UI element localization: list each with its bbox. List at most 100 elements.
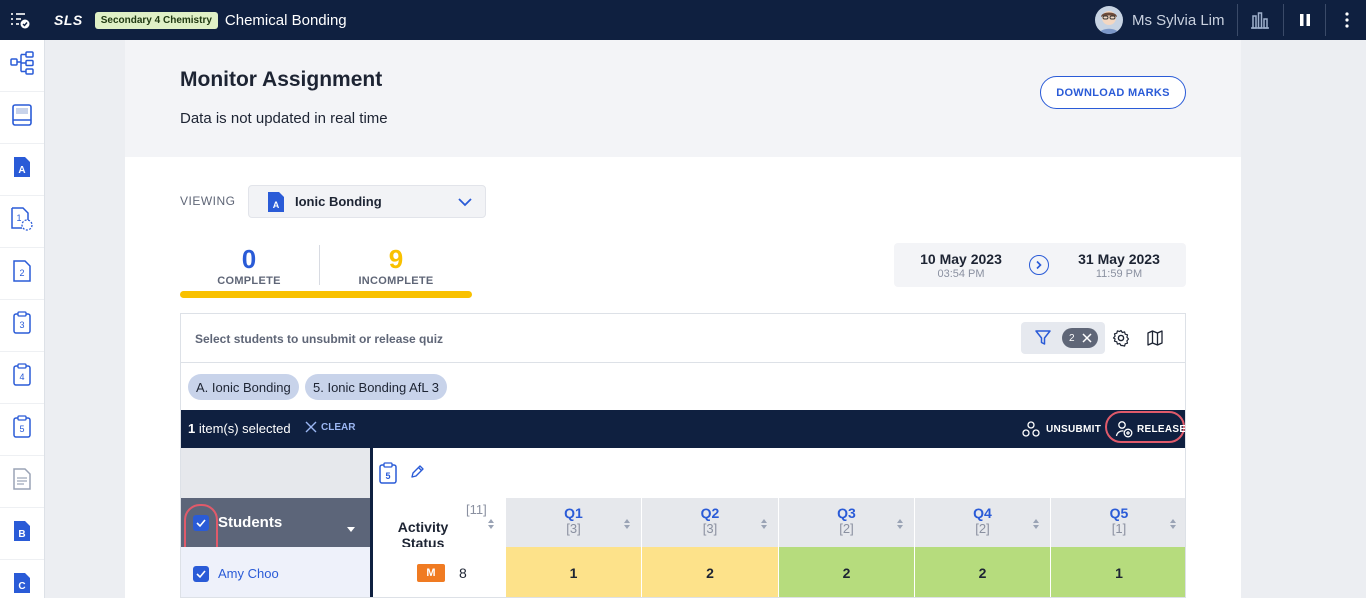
question-header-q4[interactable]: Q4 [2] bbox=[915, 498, 1051, 547]
top-bar: SLS Secondary 4 Chemistry Chemical Bondi… bbox=[0, 0, 1366, 40]
start-date: 10 May 2023 03:54 PM bbox=[906, 251, 1016, 280]
sidebar-item-activity-3[interactable]: 3 bbox=[0, 300, 44, 352]
active-filters-row: A. Ionic Bonding 5. Ionic Bonding AfL 3 bbox=[181, 362, 1185, 411]
pen-icon[interactable] bbox=[409, 464, 425, 485]
date-range: 10 May 2023 03:54 PM 31 May 2023 11:59 P… bbox=[894, 243, 1186, 287]
divider bbox=[319, 245, 320, 285]
filter-tag[interactable]: 5. Ionic Bonding AfL 3 bbox=[305, 374, 448, 400]
question-marks: [2] bbox=[839, 521, 854, 536]
divider bbox=[1237, 4, 1238, 36]
activity-2-icon: 2 bbox=[12, 259, 32, 288]
svg-text:A: A bbox=[18, 165, 25, 176]
section-a-icon: A bbox=[12, 155, 32, 184]
pause-icon[interactable] bbox=[1293, 8, 1317, 32]
viewing-selected-value: Ionic Bonding bbox=[295, 194, 382, 209]
page-subtitle: Data is not updated in real time bbox=[180, 110, 388, 127]
svg-text:1: 1 bbox=[16, 213, 21, 223]
release-button[interactable]: RELEASE bbox=[1115, 410, 1186, 448]
activity-4-icon: 4 bbox=[12, 363, 32, 392]
filter-tag[interactable]: A. Ionic Bonding bbox=[188, 374, 299, 400]
download-marks-button[interactable]: DOWNLOAD MARKS bbox=[1040, 76, 1186, 109]
score-cell-q1[interactable]: 1 bbox=[506, 547, 642, 597]
filter-icon[interactable] bbox=[1034, 329, 1052, 352]
incomplete-count: 9 bbox=[388, 244, 404, 274]
sidebar-item-activity-4[interactable]: 4 bbox=[0, 352, 44, 404]
score-cell-q4[interactable]: 2 bbox=[915, 547, 1051, 597]
sidebar-item-activity-1[interactable]: 1 bbox=[0, 196, 44, 248]
svg-text:3: 3 bbox=[19, 320, 24, 330]
end-time-value: 11:59 PM bbox=[1095, 268, 1143, 280]
menu-icon[interactable] bbox=[0, 0, 40, 40]
svg-text:A: A bbox=[273, 200, 280, 210]
activity-status-header[interactable]: Activity Status [11] bbox=[370, 498, 506, 551]
start-date-value: 10 May 2023 bbox=[920, 251, 1002, 267]
sidebar-item-activity-5[interactable]: 5 bbox=[0, 404, 44, 456]
question-marks: [2] bbox=[975, 521, 990, 536]
complete-count: 0 bbox=[241, 244, 257, 274]
svg-text:5: 5 bbox=[385, 471, 390, 481]
lesson-map-icon bbox=[9, 50, 35, 81]
active-filter-chip[interactable]: 2 bbox=[1062, 328, 1098, 348]
close-icon[interactable] bbox=[1081, 332, 1093, 347]
table-row-student: Amy Choo bbox=[181, 547, 370, 597]
score-cell-q3[interactable]: 2 bbox=[779, 547, 915, 597]
svg-text:4: 4 bbox=[19, 372, 24, 382]
question-marks: [3] bbox=[566, 521, 581, 536]
unsubmit-button[interactable]: UNSUBMIT bbox=[1022, 410, 1101, 448]
close-icon bbox=[305, 421, 317, 433]
document-icon bbox=[12, 467, 32, 496]
sidebar-item-section-b[interactable]: B bbox=[0, 508, 44, 560]
monitor-table: Select students to unsubmit or release q… bbox=[180, 313, 1186, 598]
sort-icon bbox=[1170, 516, 1176, 534]
sort-icon bbox=[1033, 516, 1039, 534]
question-marks: [1] bbox=[1111, 521, 1127, 536]
map-icon[interactable] bbox=[1146, 329, 1164, 347]
clear-button[interactable]: CLEAR bbox=[305, 421, 355, 433]
question-header-q2[interactable]: Q2 [3] bbox=[642, 498, 779, 547]
incomplete-label: INCOMPLETE bbox=[358, 275, 434, 287]
question-number: Q4 bbox=[973, 505, 992, 521]
quiz-5-icon[interactable]: 5 bbox=[379, 462, 397, 489]
sidebar-item-document[interactable] bbox=[0, 456, 44, 508]
activity-3-icon: 3 bbox=[12, 311, 32, 340]
question-label: Q3 [2] bbox=[779, 505, 914, 536]
start-time-value: 03:54 PM bbox=[937, 268, 985, 280]
user-menu[interactable]: Ms Sylvia Lim bbox=[1095, 4, 1225, 36]
unsubmit-icon bbox=[1022, 420, 1040, 438]
question-header-q5[interactable]: Q5 [1] bbox=[1051, 498, 1185, 547]
total-score: 8 bbox=[459, 565, 467, 581]
sidebar-item-activity-2[interactable]: 2 bbox=[0, 248, 44, 300]
sort-icon bbox=[624, 516, 630, 534]
filter-count: 2 bbox=[1069, 332, 1075, 344]
sort-desc-icon[interactable] bbox=[347, 520, 355, 538]
complete-label: COMPLETE bbox=[217, 275, 281, 287]
selection-label: item(s) selected bbox=[195, 421, 291, 436]
svg-text:5: 5 bbox=[19, 424, 24, 434]
sidebar-item-lesson-map[interactable] bbox=[0, 40, 44, 92]
end-date: 31 May 2023 11:59 PM bbox=[1064, 251, 1174, 280]
viewing-dropdown[interactable]: A Ionic Bonding bbox=[248, 185, 486, 218]
sidebar-item-section-c[interactable]: C bbox=[0, 560, 44, 598]
book-icon bbox=[11, 103, 33, 132]
question-label: Q1 [3] bbox=[506, 505, 641, 536]
sidebar-item-book[interactable] bbox=[0, 92, 44, 144]
row-checkbox[interactable] bbox=[193, 566, 209, 582]
activity-1-icon: 1 bbox=[10, 206, 34, 237]
question-number: Q5 bbox=[1109, 505, 1129, 521]
score-cell-q2[interactable]: 2 bbox=[642, 547, 779, 597]
sidebar-item-section-a[interactable]: A bbox=[0, 144, 44, 196]
clear-label: CLEAR bbox=[321, 421, 356, 433]
analytics-icon[interactable] bbox=[1248, 8, 1272, 32]
student-name-link[interactable]: Amy Choo bbox=[218, 566, 279, 581]
more-options-icon[interactable] bbox=[1335, 8, 1359, 32]
score-cell-q5[interactable]: 1 bbox=[1051, 547, 1185, 597]
question-header-q1[interactable]: Q1 [3] bbox=[506, 498, 642, 547]
sls-logo[interactable]: SLS bbox=[54, 12, 83, 28]
students-header-label: Students bbox=[218, 514, 283, 531]
question-number: Q2 bbox=[700, 505, 720, 521]
sort-icon bbox=[488, 516, 494, 534]
gear-icon[interactable] bbox=[1112, 329, 1130, 347]
viewing-label: VIEWING bbox=[180, 194, 236, 208]
question-header-q3[interactable]: Q3 [2] bbox=[779, 498, 915, 547]
release-label: RELEASE bbox=[1137, 423, 1186, 435]
